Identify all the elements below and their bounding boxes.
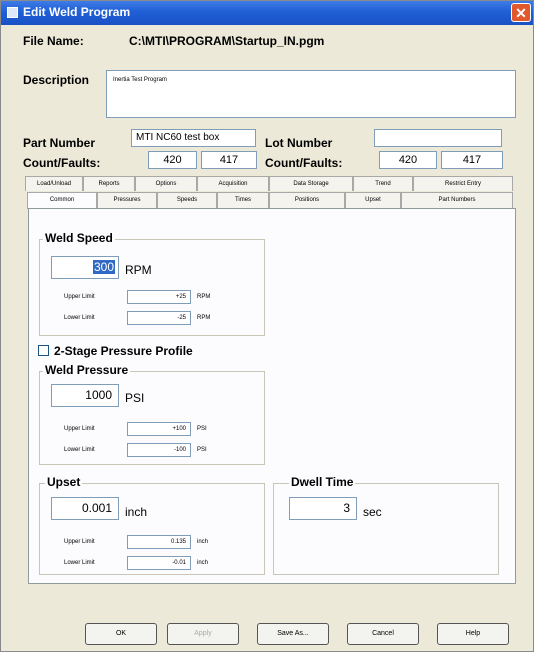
tab-pressures[interactable]: Pressures <box>97 192 157 209</box>
weld-pressure-upper-label: Upper Limit <box>64 426 95 432</box>
tab-data-storage[interactable]: Data Storage <box>269 176 353 191</box>
upset-title: Upset <box>45 475 83 489</box>
weld-pressure-input[interactable]: 1000 <box>51 384 119 407</box>
save-as-button[interactable]: Save As... <box>257 623 329 645</box>
window-title: Edit Weld Program <box>23 5 131 19</box>
tab-times[interactable]: Times <box>217 192 269 209</box>
weld-pressure-title: Weld Pressure <box>43 363 131 377</box>
upset-lower-field[interactable]: -0.01 <box>127 556 191 570</box>
upset-unit: inch <box>125 505 148 519</box>
upset-input[interactable]: 0.001 <box>51 497 119 520</box>
tab-reports[interactable]: Reports <box>83 176 135 191</box>
weld-pressure-lower-field[interactable]: -100 <box>127 443 191 457</box>
description-field[interactable]: Inertia Test Program <box>106 70 516 118</box>
upset-lower-unit: inch <box>197 560 209 566</box>
part-number-field[interactable]: MTI NC60 test box <box>131 129 256 147</box>
weld-speed-lower-field[interactable]: -25 <box>127 311 191 325</box>
count-faults-label-right: Count/Faults: <box>265 156 343 170</box>
description-label: Description <box>23 73 90 87</box>
weld-speed-title: Weld Speed <box>43 231 115 245</box>
edit-weld-program-window: Edit Weld Program ✕ File Name: C:\MTI\PR… <box>0 0 534 652</box>
faults-field-right[interactable]: 417 <box>441 151 503 169</box>
file-name-value: C:\MTI\PROGRAM\Startup_IN.pgm <box>129 34 325 48</box>
weld-speed-value: 300 <box>92 260 115 274</box>
part-number-label: Part Number <box>23 136 96 150</box>
two-stage-checkbox[interactable] <box>38 345 49 356</box>
tab-part-numbers[interactable]: Part Numbers <box>401 192 513 209</box>
tab-acquisition[interactable]: Acquisition <box>197 176 269 191</box>
weld-pressure-lower-label: Lower Limit <box>64 447 95 453</box>
upset-upper-label: Upper Limit <box>64 539 95 545</box>
apply-button[interactable]: Apply <box>167 623 239 645</box>
tab-speeds[interactable]: Speeds <box>157 192 217 209</box>
tab-common[interactable]: Common <box>27 192 97 209</box>
weld-speed-upper-label: Upper Limit <box>64 294 95 300</box>
app-icon <box>7 7 18 18</box>
upset-upper-unit: inch <box>197 539 209 545</box>
help-button[interactable]: Help <box>437 623 509 645</box>
count-field-left[interactable]: 420 <box>148 151 197 169</box>
dwell-time-title: Dwell Time <box>289 475 356 489</box>
weld-speed-input[interactable]: 300 <box>51 256 119 279</box>
upset-upper-field[interactable]: 0.135 <box>127 535 191 549</box>
tab-trend[interactable]: Trend <box>353 176 413 191</box>
weld-pressure-upper-field[interactable]: +100 <box>127 422 191 436</box>
cancel-button[interactable]: Cancel <box>347 623 419 645</box>
two-stage-label: 2-Stage Pressure Profile <box>54 344 193 358</box>
count-faults-label-left: Count/Faults: <box>23 156 101 170</box>
weld-speed-unit: RPM <box>125 263 152 277</box>
close-button[interactable]: ✕ <box>511 3 531 22</box>
file-name-label: File Name: <box>23 34 84 48</box>
count-field-right[interactable]: 420 <box>379 151 437 169</box>
title-bar[interactable]: Edit Weld Program ✕ <box>1 1 533 25</box>
tab-options[interactable]: Options <box>135 176 197 191</box>
weld-pressure-upper-unit: PSI <box>197 426 207 432</box>
dwell-time-unit: sec <box>363 505 382 519</box>
tab-load-unload[interactable]: Load/Unload <box>25 176 83 191</box>
weld-speed-upper-unit: RPM <box>197 294 211 300</box>
faults-field-left[interactable]: 417 <box>201 151 257 169</box>
dwell-time-input[interactable]: 3 <box>289 497 357 520</box>
tab-positions[interactable]: Positions <box>269 192 345 209</box>
lot-number-field[interactable] <box>374 129 502 147</box>
tab-restrict-entry[interactable]: Restrict Entry <box>413 176 513 191</box>
weld-pressure-unit: PSI <box>125 391 145 405</box>
weld-speed-lower-label: Lower Limit <box>64 315 95 321</box>
weld-speed-lower-unit: RPM <box>197 315 211 321</box>
weld-pressure-lower-unit: PSI <box>197 447 207 453</box>
lot-number-label: Lot Number <box>265 136 333 150</box>
upset-lower-label: Lower Limit <box>64 560 95 566</box>
tab-upset[interactable]: Upset <box>345 192 401 209</box>
weld-speed-upper-field[interactable]: +25 <box>127 290 191 304</box>
ok-button[interactable]: OK <box>85 623 157 645</box>
